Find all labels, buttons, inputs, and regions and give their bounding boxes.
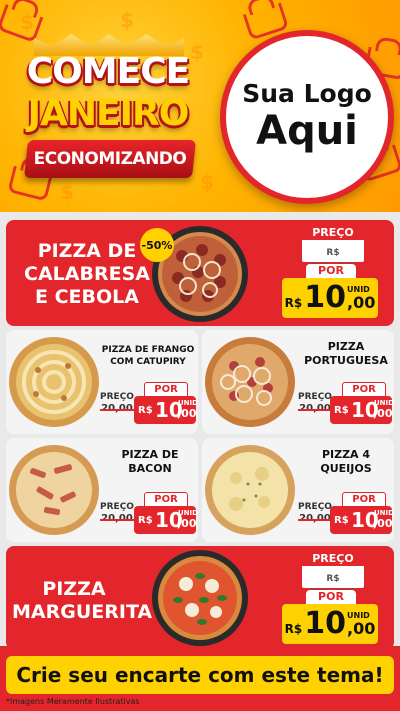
title-line-1: COMECE bbox=[26, 51, 190, 92]
new-price-currency: R$ bbox=[334, 405, 349, 416]
old-price-value: 20,00 bbox=[100, 513, 134, 524]
old-price-value: 20,00 bbox=[100, 403, 134, 414]
product-card-marguerita[interactable]: PIZZA MARGUERITA PREÇO R$ 20,00 POR R$ 1… bbox=[6, 546, 394, 650]
product-card-queijos[interactable]: PIZZA 4 QUEIJOS PREÇO 20,00 POR R$ 10 UN… bbox=[202, 438, 394, 542]
por-tag: POR bbox=[306, 264, 356, 278]
new-price-box: R$ 10 UNID ,00 bbox=[330, 396, 394, 424]
campaign-title: COMECE JANEIRO ECONOMIZANDO bbox=[16, 28, 196, 198]
new-price-currency: R$ bbox=[138, 515, 153, 526]
new-price-decimal: ,00 bbox=[373, 517, 393, 530]
old-price-label: PREÇO bbox=[302, 552, 364, 566]
old-price: PREÇO 20,00 bbox=[298, 392, 332, 415]
old-price-label: PREÇO bbox=[302, 226, 364, 240]
product-name: PIZZA PORTUGUESA bbox=[298, 340, 394, 368]
pizza-image-frango bbox=[8, 336, 100, 428]
new-price-currency: R$ bbox=[334, 515, 349, 526]
product-name-line: QUEIJOS bbox=[320, 462, 372, 475]
product-name: PIZZA DE FRANGO COM CATUPIRY bbox=[98, 344, 198, 368]
new-price-decimal: ,00 bbox=[177, 517, 197, 530]
old-price-label: PREÇO bbox=[100, 392, 134, 402]
new-price-box: R$ 10 UNID ,00 bbox=[282, 604, 378, 644]
new-price-decimal: ,00 bbox=[347, 292, 376, 312]
new-price-box: R$ 10 UNID ,00 bbox=[134, 396, 198, 424]
product-card-frango[interactable]: PIZZA DE FRANGO COM CATUPIRY PREÇO 20,00… bbox=[6, 330, 198, 434]
old-price-label: PREÇO bbox=[298, 502, 332, 512]
product-name-line: PORTUGUESA bbox=[304, 354, 388, 367]
old-price-value: 20,00 bbox=[298, 513, 332, 524]
product-name: PIZZA DE CALABRESA E CEBOLA bbox=[12, 240, 162, 309]
product-name: PIZZA 4 QUEIJOS bbox=[298, 448, 394, 476]
dollar-pattern: $ bbox=[200, 170, 214, 194]
product-name-line: PIZZA bbox=[327, 340, 365, 353]
title-line-2: JANEIRO bbox=[27, 93, 190, 134]
new-price-decimal: ,00 bbox=[177, 407, 197, 420]
new-price-integer: 10 bbox=[304, 606, 346, 641]
cta-banner[interactable]: Crie seu encarte com este tema! bbox=[6, 656, 394, 694]
old-price: PREÇO 20,00 bbox=[100, 502, 134, 525]
old-price: PREÇO 20,00 bbox=[100, 392, 134, 415]
disclaimer-text: *Imagens Meramente Ilustrativas bbox=[6, 697, 140, 706]
product-name-line: COM CATUPIRY bbox=[110, 357, 186, 367]
product-name-line: PIZZA 4 bbox=[321, 448, 371, 461]
old-price-currency: R$ bbox=[326, 248, 340, 258]
discount-badge: -50% bbox=[140, 228, 174, 262]
pizza-image-portuguesa bbox=[204, 336, 296, 428]
new-price-currency: R$ bbox=[138, 405, 153, 416]
title-line-3: ECONOMIZANDO bbox=[33, 149, 187, 169]
new-price-box: R$ 10 UNID ,00 bbox=[134, 506, 198, 534]
new-price-integer: 10 bbox=[304, 280, 346, 315]
product-name-line: PIZZA bbox=[42, 578, 106, 600]
pizza-image-bacon bbox=[8, 444, 100, 536]
product-card-calabresa[interactable]: PIZZA DE CALABRESA E CEBOLA -50% PREÇO R… bbox=[6, 220, 394, 326]
pizza-image-queijos bbox=[204, 444, 296, 536]
new-price-currency: R$ bbox=[284, 622, 303, 636]
product-name-line: MARGUERITA bbox=[12, 601, 153, 623]
product-name: PIZZA MARGUERITA bbox=[12, 578, 153, 624]
old-price: PREÇO 20,00 bbox=[298, 502, 332, 525]
new-price-currency: R$ bbox=[284, 296, 303, 310]
new-price-box: R$ 10 UNID ,00 bbox=[282, 278, 378, 318]
product-name-line: PIZZA DE bbox=[121, 448, 179, 461]
product-card-portuguesa[interactable]: PIZZA PORTUGUESA PREÇO 20,00 POR R$ 10 U… bbox=[202, 330, 394, 434]
pizza-image-marguerita bbox=[152, 550, 248, 646]
new-price-decimal: ,00 bbox=[347, 618, 376, 638]
old-price-box: PREÇO R$ 20,00 bbox=[300, 550, 366, 604]
old-price-label: PREÇO bbox=[298, 392, 332, 402]
product-name-line: CALABRESA bbox=[24, 263, 150, 285]
por-tag: POR bbox=[306, 590, 356, 604]
old-price-label: PREÇO bbox=[100, 502, 134, 512]
logo-placeholder[interactable]: Sua Logo Aqui bbox=[220, 30, 394, 204]
product-name-line: BACON bbox=[128, 462, 172, 475]
product-name-line: E CEBOLA bbox=[35, 286, 139, 308]
logo-text-line-2: Aqui bbox=[256, 108, 358, 154]
product-card-bacon[interactable]: PIZZA DE BACON PREÇO 20,00 POR R$ 10 UNI… bbox=[6, 438, 198, 542]
old-price-currency: R$ bbox=[326, 574, 340, 584]
new-price-box: R$ 10 UNID ,00 bbox=[330, 506, 394, 534]
old-price-box: PREÇO R$ 20,00 bbox=[300, 224, 366, 278]
header-banner: $ $ $ $ $ COMECE JANEIRO ECONOMIZANDO Su… bbox=[0, 0, 400, 212]
old-price-value: 20,00 bbox=[298, 403, 332, 414]
product-name: PIZZA DE BACON bbox=[102, 448, 198, 476]
logo-text-line-1: Sua Logo bbox=[242, 79, 372, 108]
new-price-decimal: ,00 bbox=[373, 407, 393, 420]
product-name-line: PIZZA DE FRANGO bbox=[101, 345, 195, 355]
